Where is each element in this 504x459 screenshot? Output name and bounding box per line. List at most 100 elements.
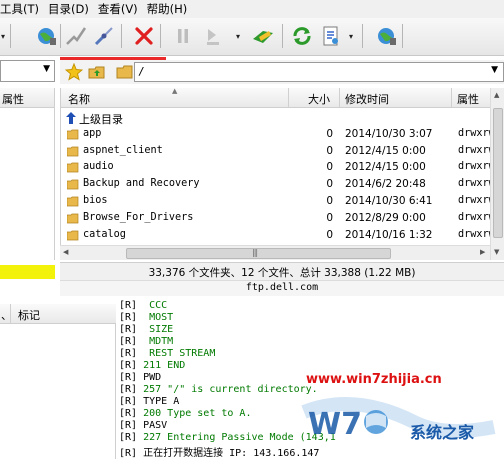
- table-row[interactable]: aspnet_client 0 2012/4/15 0:00 drwxrw: [61, 144, 495, 161]
- file-size: 0: [326, 144, 333, 157]
- disconnect-button[interactable]: [91, 22, 117, 50]
- dropdown-arrow-icon[interactable]: ▾: [1, 32, 9, 42]
- folder-up-icon[interactable]: [88, 63, 106, 81]
- scrollbar-thumb[interactable]: [493, 108, 503, 238]
- menu-directory[interactable]: 目录(D): [48, 1, 96, 17]
- column-divider[interactable]: [451, 88, 452, 108]
- column-modified[interactable]: 修改时间: [345, 91, 389, 107]
- stop-button[interactable]: [131, 22, 157, 50]
- parent-directory-label: 上级目录: [79, 113, 123, 126]
- connect-button[interactable]: [63, 22, 89, 50]
- log-line: [R] PASV: [119, 420, 168, 431]
- toolbar-separator: [10, 24, 11, 48]
- horizontal-scrollbar[interactable]: ◀ ||| ▶: [60, 245, 490, 260]
- file-modified: 2014/10/30 6:41: [345, 194, 433, 207]
- local-column-attr[interactable]: 属性: [0, 88, 55, 108]
- folder-icon: [67, 179, 79, 190]
- log-line: [R] SIZE: [119, 324, 174, 335]
- transfer-queue-button[interactable]: [250, 22, 276, 50]
- log-line: [R] REST STREAM: [119, 348, 216, 359]
- table-row[interactable]: audio 0 2012/4/15 0:00 drwxrw: [61, 160, 495, 177]
- parent-directory-row[interactable]: 上级目录: [61, 110, 491, 127]
- remote-column-header: 名称 ▲ 大小 修改时间 属性: [61, 88, 504, 108]
- remote-path-text: /: [138, 65, 145, 78]
- globe-icon: [38, 28, 56, 45]
- pause-button[interactable]: [170, 22, 196, 50]
- folder-icon[interactable]: [116, 63, 134, 81]
- file-modified: 2014/6/2 20:48: [345, 178, 426, 191]
- site-manager-button[interactable]: [34, 22, 60, 50]
- toolbar-separator: [282, 24, 283, 48]
- scroll-right-icon[interactable]: ▶: [480, 248, 485, 256]
- globe-icon: [378, 28, 396, 45]
- file-size: 0: [326, 211, 333, 224]
- dropdown-arrow-icon[interactable]: ▾: [349, 32, 357, 42]
- pause-icon: [178, 29, 188, 43]
- vertical-scrollbar[interactable]: ▲ ▼: [490, 88, 504, 260]
- file-name: aspnet_client: [83, 144, 163, 156]
- dropdown-arrow-icon[interactable]: ▾: [236, 32, 244, 42]
- column-divider[interactable]: [339, 88, 340, 108]
- close-icon: [135, 27, 153, 45]
- column-attr[interactable]: 属性: [457, 91, 479, 107]
- folder-icon: [67, 129, 79, 140]
- file-size: 0: [326, 194, 333, 207]
- scroll-up-icon[interactable]: ▲: [494, 91, 499, 99]
- table-row[interactable]: bios 0 2014/10/30 6:41 drwxrw: [61, 194, 495, 211]
- remote-file-list[interactable]: 名称 ▲ 大小 修改时间 属性 上级目录 app 0 2014/10/30 3:…: [60, 88, 504, 260]
- queue-column-mark[interactable]: 标记: [18, 307, 40, 323]
- scrollbar-grip-icon: |||: [252, 248, 258, 257]
- transfer-button[interactable]: [200, 22, 226, 50]
- table-row[interactable]: app 0 2014/10/30 3:07 drwxrw: [61, 127, 495, 144]
- log-line: [R] 200 Type set to A.: [119, 408, 252, 419]
- file-name: Backup and Recovery: [83, 178, 200, 190]
- file-name: app: [83, 127, 102, 139]
- connect-icon: [66, 27, 87, 45]
- log-line: [R] 257 "/" is current directory.: [119, 384, 318, 395]
- log-line: [R] 正在打开数据连接 IP: 143.166.147: [119, 448, 320, 459]
- log-line: [R] MOST: [119, 312, 174, 323]
- menu-view[interactable]: 查看(V): [98, 1, 145, 17]
- toolbar-separator: [121, 24, 122, 48]
- column-size[interactable]: 大小: [308, 91, 330, 107]
- file-modified: 2012/8/29 0:00: [345, 211, 426, 224]
- local-status-highlight: [0, 265, 55, 279]
- transfer-queue-list[interactable]: [0, 324, 116, 459]
- file-size: 0: [326, 127, 333, 140]
- table-row[interactable]: catalog 0 2014/10/16 1:32 drwxrw: [61, 228, 495, 245]
- local-path-combo[interactable]: ▼: [0, 60, 55, 82]
- file-name: bios: [83, 194, 108, 206]
- file-name: audio: [83, 161, 114, 173]
- folder-icon: [67, 196, 79, 207]
- toolbar: ▾ ▾ ▾: [0, 18, 504, 56]
- column-divider[interactable]: [288, 88, 289, 108]
- column-divider[interactable]: [10, 304, 11, 324]
- table-row[interactable]: Browse_For_Drivers 0 2012/8/29 0:00 drwx…: [61, 211, 495, 228]
- remote-status-summary: 33,376 个文件夹、12 个文件、总计 33,388 (1.22 MB): [60, 262, 504, 280]
- column-name[interactable]: 名称: [68, 91, 90, 107]
- scroll-down-icon[interactable]: ▼: [494, 248, 499, 256]
- refresh-button[interactable]: [289, 22, 315, 50]
- star-icon[interactable]: [65, 63, 83, 81]
- watermark-text: 系统之家: [410, 423, 475, 442]
- svg-text:W7: W7: [308, 407, 362, 442]
- site-connect-button[interactable]: [374, 22, 400, 50]
- scrollbar-thumb[interactable]: [126, 248, 391, 259]
- sort-ascending-icon: ▲: [172, 88, 178, 95]
- menu-tools[interactable]: 工具(T): [0, 1, 46, 17]
- file-modified: 2012/4/15 0:00: [345, 161, 426, 174]
- table-row[interactable]: Backup and Recovery 0 2014/6/2 20:48 drw…: [61, 177, 495, 194]
- toolbar-separator: [362, 24, 363, 48]
- file-size: 0: [326, 178, 333, 191]
- remote-path-input[interactable]: / ▼: [134, 62, 504, 82]
- log-line: [R] MDTM: [119, 336, 174, 347]
- scroll-left-icon[interactable]: ◀: [63, 248, 68, 256]
- file-modified: 2014/10/30 3:07: [345, 127, 433, 140]
- properties-button[interactable]: [318, 22, 344, 50]
- chevron-down-icon[interactable]: ▼: [491, 65, 498, 75]
- chevron-down-icon[interactable]: ▼: [43, 64, 50, 74]
- menu-help[interactable]: 帮助(H): [147, 1, 195, 17]
- plug-icon: [94, 27, 113, 46]
- local-file-list[interactable]: [0, 108, 55, 260]
- file-modified: 2014/10/16 1:32: [345, 228, 433, 241]
